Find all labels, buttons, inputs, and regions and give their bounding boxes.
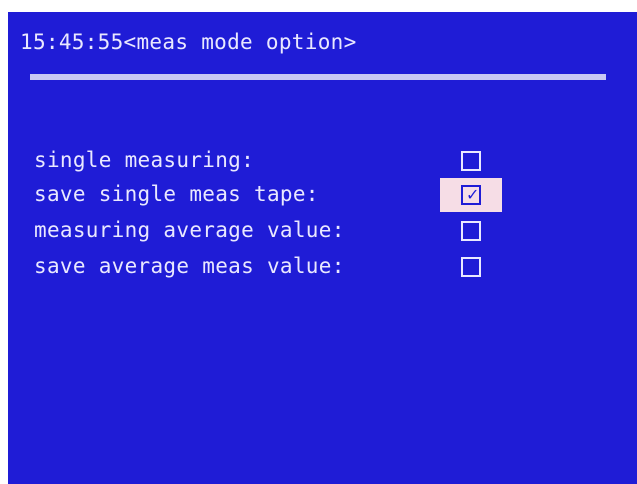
checkbox[interactable] <box>461 151 481 171</box>
option-label: single measuring: <box>34 148 255 172</box>
lcd-screen: 15:45:55<meas mode option> single measur… <box>8 12 637 484</box>
option-measuring-average-value[interactable]: measuring average value: <box>34 214 514 248</box>
screen-title: 15:45:55<meas mode option> <box>20 30 357 54</box>
option-single-measuring[interactable]: single measuring: <box>34 144 514 178</box>
option-label: measuring average value: <box>34 218 345 242</box>
checkbox-checked[interactable]: ✓ <box>461 185 481 205</box>
option-label: save average meas value: <box>34 254 345 278</box>
menu-title: <meas mode option> <box>123 30 357 54</box>
checkbox-cell[interactable] <box>440 144 502 178</box>
option-save-average-meas-value[interactable]: save average meas value: <box>34 250 514 284</box>
checkbox-cell[interactable] <box>440 214 502 248</box>
title-divider <box>30 74 606 80</box>
option-save-single-meas-tape[interactable]: save single meas tape: ✓ <box>34 178 514 212</box>
checkbox[interactable] <box>461 257 481 277</box>
checkbox-cell-selected[interactable]: ✓ <box>440 178 502 212</box>
option-label: save single meas tape: <box>34 182 319 206</box>
check-icon: ✓ <box>466 185 480 204</box>
checkbox-cell[interactable] <box>440 250 502 284</box>
clock-time: 15:45:55 <box>20 30 124 54</box>
checkbox[interactable] <box>461 221 481 241</box>
